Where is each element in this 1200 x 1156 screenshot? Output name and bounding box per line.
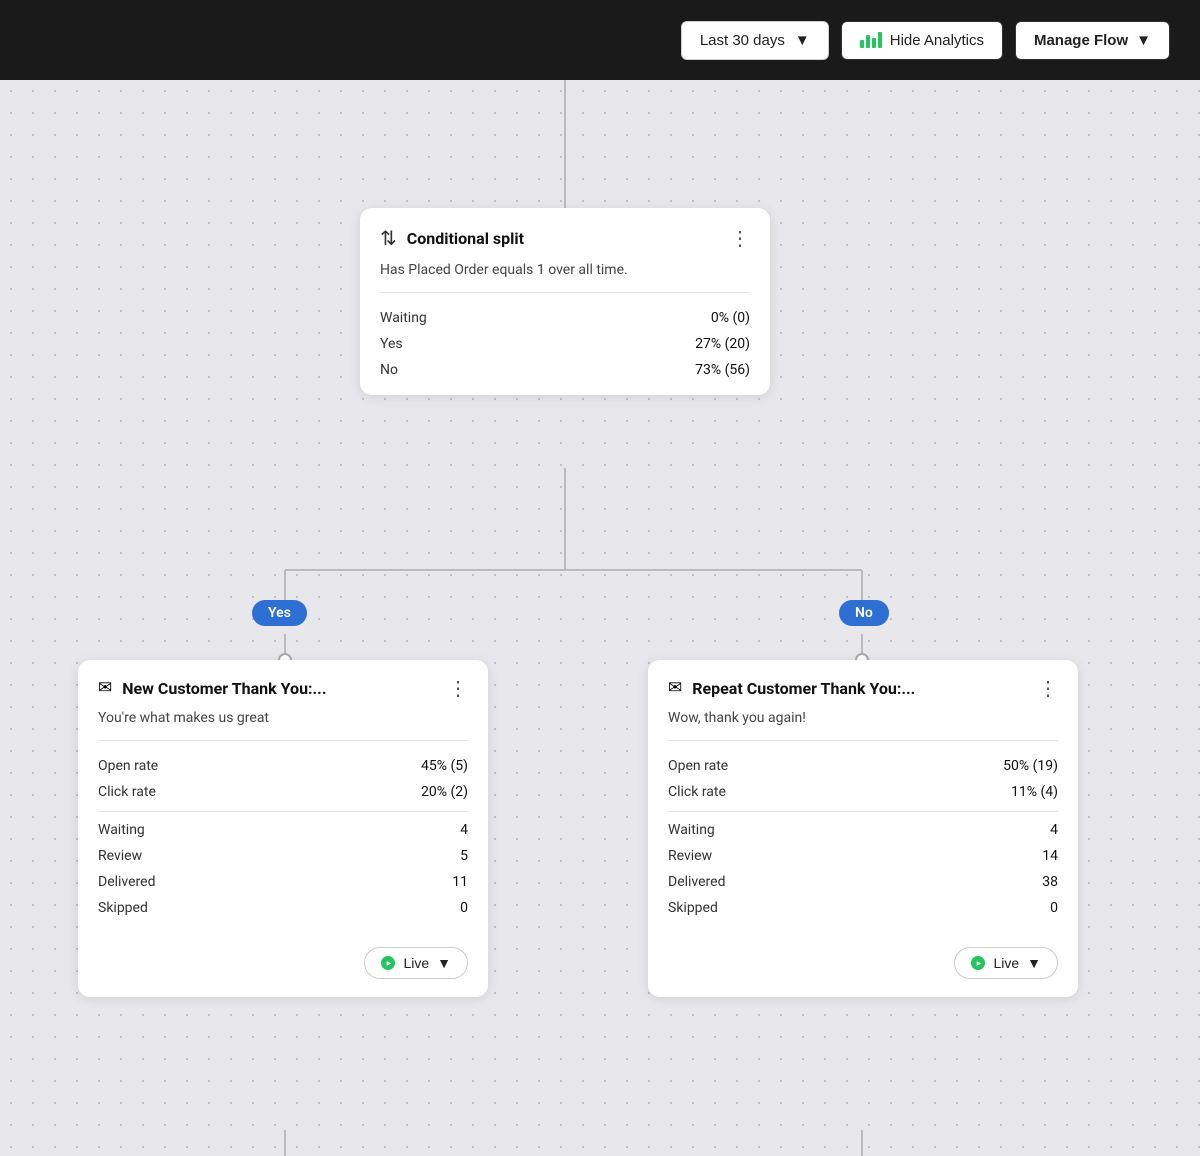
chevron-down-icon: ▼ [795,32,810,49]
repeat-customer-subtitle: Wow, thank you again! [648,706,1078,740]
repeat-waiting-value: 4 [1050,822,1058,838]
new-click-rate-value: 20% (2) [421,784,468,800]
repeat-customer-card: ✉ Repeat Customer Thank You:... ⋮ Wow, t… [648,660,1078,997]
table-row: Delivered 38 [668,869,1058,895]
date-picker-button[interactable]: Last 30 days ▼ [681,21,829,60]
table-row: Waiting 4 [98,811,468,843]
stat-label-no: No [380,362,398,378]
table-row: Waiting 4 [668,811,1058,843]
stat-value-no: 73% (56) [695,362,750,378]
repeat-customer-live-button[interactable]: Live ▼ [954,947,1058,979]
repeat-customer-status-label: Live [993,955,1019,971]
new-waiting-value: 4 [460,822,468,838]
manage-flow-label: Manage Flow [1034,32,1128,49]
new-customer-status-label: Live [403,955,429,971]
table-row: Open rate 45% (5) [98,753,468,779]
split-title: Conditional split [407,229,524,248]
table-row: Click rate 11% (4) [668,779,1058,805]
new-click-rate-label: Click rate [98,784,156,800]
flow-canvas: ⇅ Conditional split ⋮ Has Placed Order e… [0,80,1200,1156]
repeat-delivered-label: Delivered [668,874,725,890]
table-row: Open rate 50% (19) [668,753,1058,779]
live-indicator-repeat [971,956,985,970]
new-skipped-value: 0 [460,900,468,916]
table-row: No 73% (56) [380,357,750,383]
new-delivered-value: 11 [452,874,468,890]
new-customer-menu-icon[interactable]: ⋮ [448,678,468,698]
new-skipped-label: Skipped [98,900,148,916]
new-customer-rate-stats: Open rate 45% (5) Click rate 20% (2) Wai… [78,741,488,933]
repeat-review-label: Review [668,848,712,864]
new-waiting-label: Waiting [98,822,145,838]
new-customer-title: New Customer Thank You:... [122,679,326,698]
repeat-customer-menu-icon[interactable]: ⋮ [1038,678,1058,698]
new-customer-card: ✉ New Customer Thank You:... ⋮ You're wh… [78,660,488,997]
split-description: Has Placed Order equals 1 over all time. [360,258,770,292]
new-review-label: Review [98,848,142,864]
card-header-split: ⇅ Conditional split ⋮ [360,208,770,258]
yes-label-text: Yes [268,605,291,621]
table-row: Waiting 0% (0) [380,305,750,331]
repeat-click-rate-value: 11% (4) [1011,784,1058,800]
stat-value-yes: 27% (20) [695,336,750,352]
repeat-open-rate-value: 50% (19) [1003,758,1058,774]
repeat-click-rate-label: Click rate [668,784,726,800]
table-row: Review 5 [98,843,468,869]
table-row: Review 14 [668,843,1058,869]
new-customer-live-button[interactable]: Live ▼ [364,947,468,979]
header: Last 30 days ▼ Hide Analytics Manage Flo… [0,0,1200,80]
analytics-bars-icon [860,32,882,48]
no-label-text: No [855,605,873,621]
new-customer-footer: Live ▼ [78,933,488,997]
table-row: Delivered 11 [98,869,468,895]
table-row: Click rate 20% (2) [98,779,468,805]
chevron-down-live-new: ▼ [437,955,451,971]
repeat-customer-rate-stats: Open rate 50% (19) Click rate 11% (4) Wa… [648,741,1078,933]
split-icon: ⇅ [380,226,397,250]
repeat-waiting-label: Waiting [668,822,715,838]
repeat-customer-title-row: ✉ Repeat Customer Thank You:... [668,678,915,698]
card-title-row: ⇅ Conditional split [380,226,524,250]
analytics-btn-label: Hide Analytics [890,32,984,49]
mail-icon-repeat: ✉ [668,678,682,698]
table-row: Skipped 0 [98,895,468,921]
new-open-rate-value: 45% (5) [421,758,468,774]
repeat-skipped-label: Skipped [668,900,718,916]
repeat-customer-footer: Live ▼ [648,933,1078,997]
hide-analytics-button[interactable]: Hide Analytics [841,21,1003,60]
table-row: Yes 27% (20) [380,331,750,357]
stat-label-yes: Yes [380,336,403,352]
new-delivered-label: Delivered [98,874,155,890]
new-review-value: 5 [460,848,468,864]
repeat-customer-header: ✉ Repeat Customer Thank You:... ⋮ [648,660,1078,706]
conditional-split-card: ⇅ Conditional split ⋮ Has Placed Order e… [360,208,770,395]
table-row: Skipped 0 [668,895,1058,921]
stat-value-waiting: 0% (0) [711,310,750,326]
new-customer-title-row: ✉ New Customer Thank You:... [98,678,326,698]
no-branch-label: No [839,600,889,626]
new-open-rate-label: Open rate [98,758,158,774]
split-stats: Waiting 0% (0) Yes 27% (20) No 73% (56) [360,293,770,395]
new-customer-subtitle: You're what makes us great [78,706,488,740]
date-picker-label: Last 30 days [700,32,785,49]
repeat-delivered-value: 38 [1042,874,1058,890]
repeat-open-rate-label: Open rate [668,758,728,774]
repeat-customer-title: Repeat Customer Thank You:... [692,679,915,698]
manage-flow-button[interactable]: Manage Flow ▼ [1015,21,1170,60]
repeat-review-value: 14 [1042,848,1058,864]
chevron-down-icon-manage: ▼ [1136,32,1151,49]
repeat-skipped-value: 0 [1050,900,1058,916]
live-indicator-new [381,956,395,970]
chevron-down-live-repeat: ▼ [1027,955,1041,971]
yes-branch-label: Yes [252,600,307,626]
new-customer-header: ✉ New Customer Thank You:... ⋮ [78,660,488,706]
split-menu-icon[interactable]: ⋮ [730,228,750,248]
mail-icon-new: ✉ [98,678,112,698]
stat-label-waiting: Waiting [380,310,427,326]
